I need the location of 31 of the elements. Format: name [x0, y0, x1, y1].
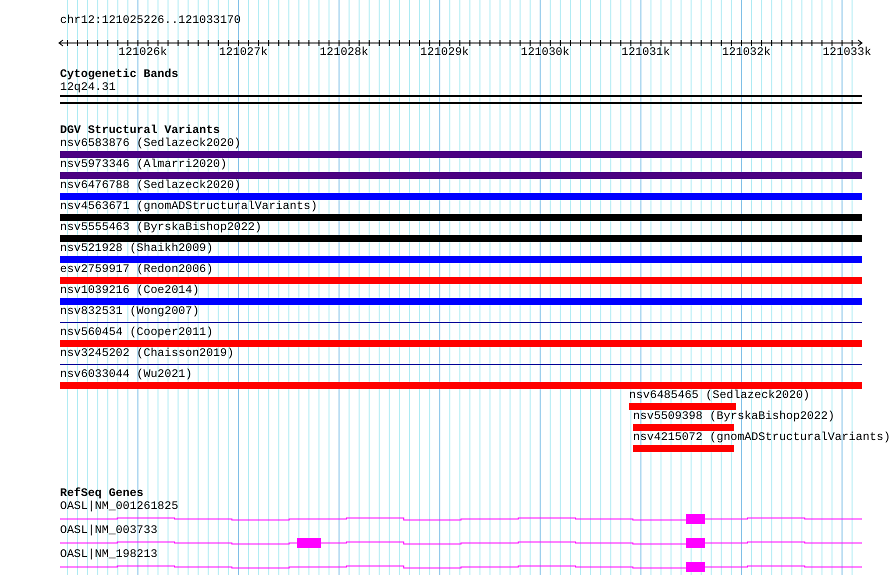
variant-label: nsv521928 (Shaikh2009) — [60, 242, 214, 255]
location-label: chr12:121025226..121033170 — [60, 14, 241, 27]
variant-label: nsv5973346 (Almarri2020) — [60, 158, 227, 171]
variant-label: nsv3245202 (Chaisson2019) — [60, 347, 234, 360]
variant-label: nsv832531 (Wong2007) — [60, 305, 200, 318]
tick-label: 121032k — [722, 46, 771, 59]
track-title: Cytogenetic Bands — [60, 68, 178, 81]
gene-label: OASL|NM_003733 — [60, 524, 158, 537]
band-label: 12q24.31 — [60, 81, 116, 94]
track-title: DGV Structural Variants — [60, 124, 220, 137]
variant-label: nsv6485465 (Sedlazeck2020) — [629, 389, 810, 402]
variant-label: nsv560454 (Cooper2011) — [60, 326, 214, 339]
tick-label: 121028k — [320, 46, 368, 59]
variant-label: nsv4563671 (gnomADStructuralVariants) — [60, 200, 318, 213]
variant-label: nsv6583876 (Sedlazeck2020) — [60, 137, 241, 150]
tick-label: 121026k — [118, 46, 168, 59]
track-title: RefSeq Genes — [60, 487, 144, 500]
tick-label: 121033k — [822, 46, 872, 59]
gene-label: OASL|NM_198213 — [60, 548, 158, 561]
tick-label: 121029k — [420, 46, 469, 59]
tick-label: 121030k — [520, 46, 570, 59]
gene-label: OASL|NM_001261825 — [60, 500, 178, 513]
variant-label: nsv5509398 (ByrskaBishop2022) — [633, 410, 835, 423]
variant-label: esv2759917 (Redon2006) — [60, 263, 214, 276]
variant-label: nsv6476788 (Sedlazeck2020) — [60, 179, 241, 192]
variant-label: nsv4215072 (gnomADStructuralVariants) — [633, 431, 890, 444]
tick-label: 121027k — [218, 46, 268, 59]
variant-label: nsv5555463 (ByrskaBishop2022) — [60, 221, 262, 234]
variant-label: nsv1039216 (Coe2014) — [60, 284, 200, 297]
variant-label: nsv6033044 (Wu2021) — [60, 368, 192, 381]
tick-label: 121031k — [621, 46, 670, 59]
